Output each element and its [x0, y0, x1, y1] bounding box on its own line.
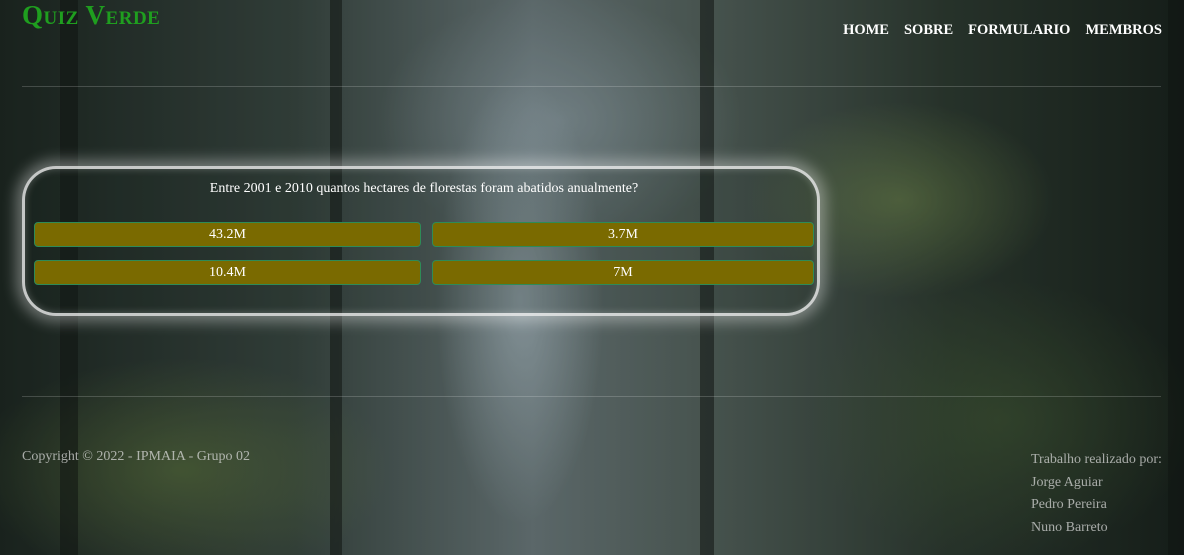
nav-home-link[interactable]: HOME	[843, 22, 889, 39]
member-name: Jorge Aguiar	[1031, 474, 1103, 490]
quiz-card: Entre 2001 e 2010 quantos hectares de fl…	[22, 166, 820, 316]
nav-membros-link[interactable]: MEMBROS	[1085, 22, 1162, 39]
header-divider	[22, 86, 1161, 87]
site-logo[interactable]: Quiz Verde	[22, 0, 160, 30]
answer-button[interactable]: 3.7M	[432, 222, 814, 247]
credits: Trabalho realizado por: Jorge Aguiar Ped…	[1031, 449, 1162, 539]
main-nav: HOME SOBRE FORMULARIO MEMBROS	[843, 22, 1162, 39]
site-header: Quiz Verde HOME SOBRE FORMULARIO MEMBROS	[0, 0, 1184, 88]
answer-button[interactable]: 43.2M	[34, 222, 421, 247]
answer-button[interactable]: 10.4M	[34, 260, 421, 285]
member-name: Pedro Pereira	[1031, 497, 1107, 512]
member-name: Nuno Barreto	[1031, 519, 1108, 535]
nav-sobre-link[interactable]: SOBRE	[904, 22, 953, 39]
credits-title: Trabalho realizado por:	[1031, 452, 1162, 467]
nav-formulario-link[interactable]: FORMULARIO	[968, 22, 1070, 39]
footer-divider	[22, 396, 1161, 397]
answer-button[interactable]: 7M	[432, 260, 814, 285]
quiz-question: Entre 2001 e 2010 quantos hectares de fl…	[209, 181, 639, 196]
copyright-text: Copyright © 2022 - IPMAIA - Grupo 02	[22, 449, 251, 464]
